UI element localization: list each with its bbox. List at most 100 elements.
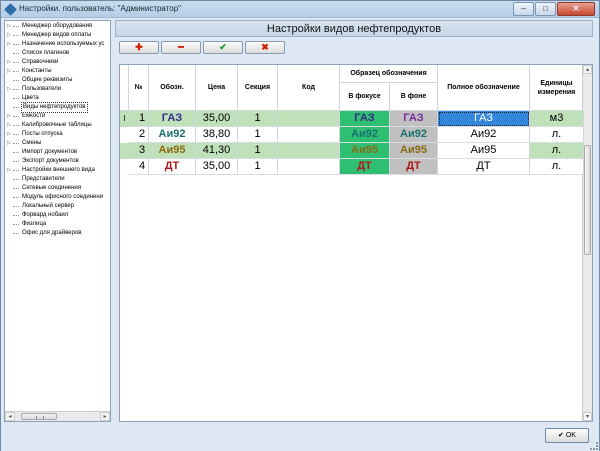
title-bar[interactable]: Настройки. пользователь: "Администратор"… bbox=[1, 1, 599, 18]
tree-item[interactable]: Экспорт документов bbox=[5, 157, 80, 166]
column-header-no[interactable]: № bbox=[129, 65, 149, 111]
cell-background-sample[interactable]: Аи92 bbox=[390, 127, 438, 143]
tree-item[interactable]: ▷ Назначение используемых ус bbox=[5, 40, 105, 49]
cell-focus-sample[interactable]: Аи92 bbox=[340, 127, 390, 143]
tree-item[interactable]: Список плагинов bbox=[5, 49, 70, 58]
cell-code[interactable]: ДТ bbox=[149, 159, 196, 175]
tree-item[interactable]: ▷ Менеджер оборудования bbox=[5, 22, 93, 31]
scroll-right-icon[interactable]: ▸ bbox=[100, 412, 110, 421]
cell-focus-sample[interactable]: ДТ bbox=[340, 159, 390, 175]
cell-section[interactable]: 1 bbox=[238, 143, 278, 159]
tree-item[interactable]: ▷ Емкости bbox=[5, 112, 46, 121]
cell-kod[interactable] bbox=[278, 159, 340, 175]
expand-icon[interactable]: ▷ bbox=[5, 31, 13, 40]
tree-item[interactable]: Цвета bbox=[5, 94, 40, 103]
tree-item[interactable]: Локальный сервер bbox=[5, 202, 75, 211]
column-header-kod[interactable]: Код bbox=[278, 65, 340, 111]
table-scroll-thumb[interactable] bbox=[584, 145, 591, 255]
products-table[interactable]: № Обозн. Цена Секция Код Образец обознач… bbox=[119, 64, 593, 422]
settings-tree[interactable]: Офис для драйверов Физлица Форвард нобаил Л… bbox=[4, 20, 111, 422]
tree-item[interactable]: Виды нефтепродуктов bbox=[5, 102, 88, 113]
cell-section[interactable]: 1 bbox=[238, 111, 278, 127]
cell-units[interactable]: л. bbox=[530, 143, 584, 159]
expand-icon[interactable]: ▷ bbox=[5, 121, 13, 130]
expand-icon[interactable]: ▷ bbox=[5, 85, 13, 94]
expand-icon[interactable]: ▷ bbox=[5, 112, 13, 121]
tree-item[interactable]: Импорт документов bbox=[5, 148, 78, 157]
cell-background-sample[interactable]: ГАЗ bbox=[390, 111, 438, 127]
scroll-down-icon[interactable]: ▾ bbox=[583, 412, 592, 421]
column-header-section[interactable]: Секция bbox=[238, 65, 278, 111]
close-button[interactable]: ✕ bbox=[557, 2, 595, 16]
tree-item[interactable]: Офис для драйверов bbox=[5, 229, 82, 238]
ok-button[interactable]: ✔ OK bbox=[545, 428, 589, 443]
cell-code[interactable]: Аи95 bbox=[149, 143, 196, 159]
table-row[interactable]: 3 Аи95 41,30 1 Аи95 Аи95 Аи95 л. bbox=[120, 143, 584, 159]
tree-item[interactable]: Физлица bbox=[5, 220, 47, 229]
scroll-left-icon[interactable]: ◂ bbox=[5, 412, 15, 421]
column-header-full[interactable]: Полное обозначение bbox=[438, 65, 530, 111]
column-header-code[interactable]: Обозн. bbox=[149, 65, 196, 111]
cell-focus-sample[interactable]: Аи95 bbox=[340, 143, 390, 159]
tree-item[interactable]: ▷ Настройки внешнего вида bbox=[5, 166, 96, 175]
column-header-price[interactable]: Цена bbox=[196, 65, 238, 111]
cell-full-name[interactable]: Аи95 bbox=[438, 143, 530, 159]
tree-horizontal-scrollbar[interactable]: ◂ ▸ bbox=[5, 411, 110, 421]
cell-price[interactable]: 41,30 bbox=[196, 143, 238, 159]
cell-units[interactable]: м3 bbox=[530, 111, 584, 127]
scroll-up-icon[interactable]: ▴ bbox=[583, 65, 592, 74]
tree-item[interactable]: Представители bbox=[5, 175, 66, 184]
table-row[interactable]: I 1 ГАЗ 35,00 1 ГАЗ ГАЗ ГАЗ м3 bbox=[120, 111, 584, 127]
tree-item[interactable]: Сетевые соединения bbox=[5, 184, 82, 193]
cell-full-name[interactable]: ГАЗ bbox=[438, 111, 530, 127]
column-header-focus[interactable]: В фокусе bbox=[340, 83, 390, 111]
resize-grip-icon[interactable] bbox=[590, 442, 598, 450]
cell-no[interactable]: 3 bbox=[129, 143, 149, 159]
cell-focus-sample[interactable]: ГАЗ bbox=[340, 111, 390, 127]
expand-icon[interactable]: ▷ bbox=[5, 67, 13, 76]
expand-icon[interactable]: ▷ bbox=[5, 166, 13, 175]
cell-background-sample[interactable]: Аи95 bbox=[390, 143, 438, 159]
cell-no[interactable]: 2 bbox=[129, 127, 149, 143]
cell-no[interactable]: 1 bbox=[129, 111, 149, 127]
cell-background-sample[interactable]: ДТ bbox=[390, 159, 438, 175]
tree-item[interactable]: ▷ Смены bbox=[5, 139, 42, 148]
tree-item[interactable]: Форвард нобаил bbox=[5, 211, 69, 220]
tree-item[interactable]: ▷ Менеджер видов оплаты bbox=[5, 31, 92, 40]
cell-kod[interactable] bbox=[278, 143, 340, 159]
cell-price[interactable]: 35,00 bbox=[196, 111, 238, 127]
tree-item[interactable]: Общие реквизиты bbox=[5, 76, 73, 85]
tree-scroll-thumb[interactable] bbox=[21, 413, 57, 420]
cell-units[interactable]: л. bbox=[530, 159, 584, 175]
column-header-background[interactable]: В фоне bbox=[390, 83, 438, 111]
cell-kod[interactable] bbox=[278, 127, 340, 143]
cell-price[interactable]: 35,00 bbox=[196, 159, 238, 175]
minimize-button[interactable]: – bbox=[513, 2, 534, 16]
cell-code[interactable]: Аи92 bbox=[149, 127, 196, 143]
cell-code[interactable]: ГАЗ bbox=[149, 111, 196, 127]
cell-kod[interactable] bbox=[278, 111, 340, 127]
add-button[interactable]: ✚ bbox=[119, 41, 159, 54]
tree-item[interactable]: ▷ Калибровочные таблицы bbox=[5, 121, 93, 130]
cell-section[interactable]: 1 bbox=[238, 159, 278, 175]
apply-button[interactable]: ✔ bbox=[203, 41, 243, 54]
expand-icon[interactable]: ▷ bbox=[5, 130, 13, 139]
expand-icon[interactable]: ▷ bbox=[5, 22, 13, 31]
table-row[interactable]: 4 ДТ 35,00 1 ДТ ДТ ДТ л. bbox=[120, 159, 584, 175]
expand-icon[interactable]: ▷ bbox=[5, 58, 13, 67]
cell-full-name[interactable]: Аи92 bbox=[438, 127, 530, 143]
expand-icon[interactable]: ▷ bbox=[5, 40, 13, 49]
cancel-button[interactable]: ✖ bbox=[245, 41, 285, 54]
tree-item[interactable]: ▷ Справочники bbox=[5, 58, 59, 67]
tree-item[interactable]: ▷ Пользователи bbox=[5, 85, 62, 94]
table-row[interactable]: 2 Аи92 38,80 1 Аи92 Аи92 Аи92 л. bbox=[120, 127, 584, 143]
cell-price[interactable]: 38,80 bbox=[196, 127, 238, 143]
cell-full-name[interactable]: ДТ bbox=[438, 159, 530, 175]
tree-item[interactable]: ▷ Константы bbox=[5, 67, 53, 76]
remove-button[interactable]: ━ bbox=[161, 41, 201, 54]
tree-item[interactable]: Модуль офисного соединени bbox=[5, 193, 104, 202]
cell-section[interactable]: 1 bbox=[238, 127, 278, 143]
cell-no[interactable]: 4 bbox=[129, 159, 149, 175]
column-header-units[interactable]: Единицы измерения bbox=[530, 65, 584, 111]
maximize-button[interactable]: □ bbox=[535, 2, 556, 16]
